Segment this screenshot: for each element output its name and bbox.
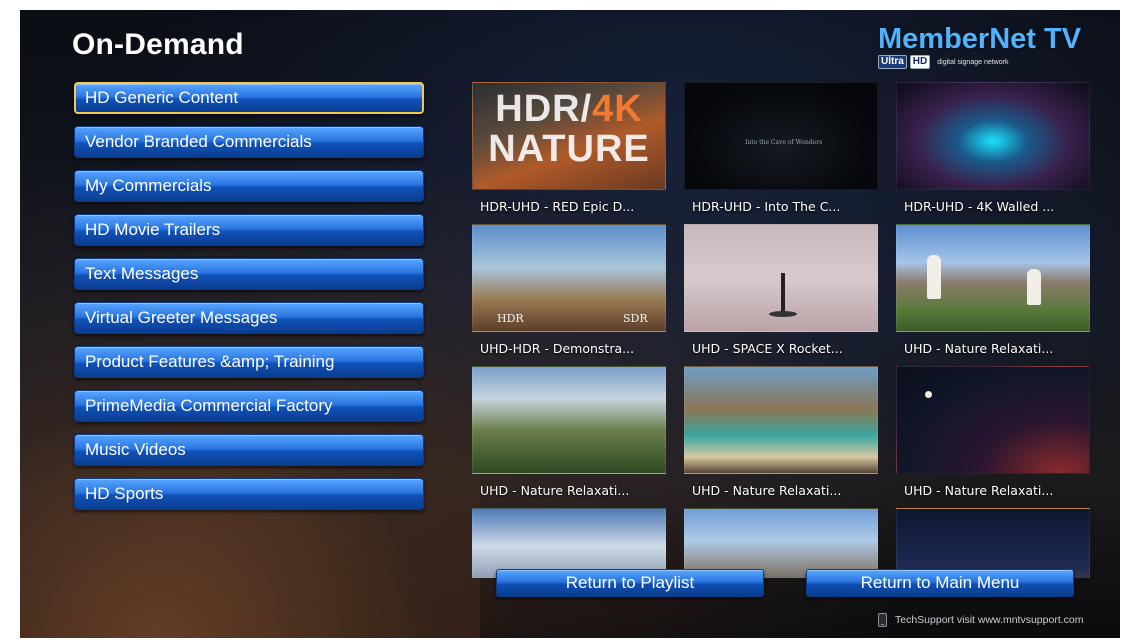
thumbnail	[896, 82, 1090, 190]
tile-caption: HDR-UHD - RED Epic D...	[480, 199, 635, 214]
thumbnail-label-hdr: HDR	[497, 312, 524, 325]
tile-caption: UHD - Nature Relaxati...	[692, 483, 842, 498]
logo-name: MemberNet TV	[878, 23, 1082, 55]
thumbnail: HDR SDR	[472, 224, 666, 332]
menu-item-product-features-training[interactable]: Product Features &amp; Training	[74, 346, 424, 378]
content-grid: HDR/4K NATURE HDR-UHD - RED Epic D... Int…	[472, 82, 1092, 578]
tile-caption: UHD-HDR - Demonstra...	[480, 341, 635, 356]
thumbnail-title-accent: 4K	[592, 88, 643, 130]
page-title: On-Demand	[72, 28, 244, 61]
membernet-logo: MemberNet TV Ultra HD digital signage ne…	[878, 24, 1098, 74]
logo-tagline: digital signage network	[937, 58, 1009, 66]
rocket-shape	[781, 273, 785, 313]
thumbnail	[472, 366, 666, 474]
thumbnail	[896, 366, 1090, 474]
menu-item-music-videos[interactable]: Music Videos	[74, 434, 424, 466]
rocket-base-shape	[769, 311, 797, 317]
logo-sub: Ultra HD digital signage network	[878, 55, 1098, 69]
thumbnail	[896, 508, 1090, 578]
return-to-main-menu-button[interactable]: Return to Main Menu	[806, 569, 1074, 597]
thumbnail-title: HDR/4K NATURE	[479, 89, 659, 169]
thumbnail	[472, 508, 666, 578]
tile-caption: HDR-UHD - 4K Walled ...	[904, 199, 1055, 214]
on-demand-screen: On-Demand MemberNet TV Ultra HD digital …	[20, 10, 1120, 638]
llama-shape	[927, 255, 941, 299]
tile-caption: HDR-UHD - Into The C...	[692, 199, 841, 214]
support-text: TechSupport visit www.mntvsupport.com	[895, 614, 1084, 626]
thumbnail	[684, 508, 878, 578]
menu-item-text-messages[interactable]: Text Messages	[74, 258, 424, 290]
menu-item-primemedia-commercial-factory[interactable]: PrimeMedia Commercial Factory	[74, 390, 424, 422]
thumbnail-title-part: HDR/	[495, 88, 593, 130]
menu-item-virtual-greeter-messages[interactable]: Virtual Greeter Messages	[74, 302, 424, 334]
thumbnail-title: Into the Cave of Wonders	[745, 139, 823, 146]
thumbnail	[684, 366, 878, 474]
menu-item-my-commercials[interactable]: My Commercials	[74, 170, 424, 202]
tile-caption: UHD - Nature Relaxati...	[904, 483, 1054, 498]
logo-badge-hd: HD	[909, 55, 931, 69]
thumbnail	[684, 224, 878, 332]
thumbnail: HDR/4K NATURE	[472, 82, 666, 190]
logo-badge-ultra: Ultra	[878, 55, 907, 69]
llama-shape	[1027, 269, 1041, 305]
tech-support-footer: TechSupport visit www.mntvsupport.com	[878, 613, 1084, 627]
tile-caption: UHD - Nature Relaxati...	[480, 483, 630, 498]
tile-caption: UHD - SPACE X Rocket...	[692, 341, 843, 356]
thumbnail-label-sdr: SDR	[623, 312, 648, 325]
thumbnail	[896, 224, 1090, 332]
return-to-playlist-button[interactable]: Return to Playlist	[496, 569, 764, 597]
phone-icon	[878, 613, 887, 627]
tile-caption: UHD - Nature Relaxati...	[904, 341, 1054, 356]
menu-item-hd-movie-trailers[interactable]: HD Movie Trailers	[74, 214, 424, 246]
menu-item-vendor-branded-commercials[interactable]: Vendor Branded Commercials	[74, 126, 424, 158]
thumbnail: Into the Cave of Wonders	[684, 82, 878, 190]
thumbnail-title-part: NATURE	[488, 128, 650, 170]
menu-item-hd-sports[interactable]: HD Sports	[74, 478, 424, 510]
moon-shape	[925, 391, 932, 398]
menu-item-hd-generic-content[interactable]: HD Generic Content	[74, 82, 424, 114]
